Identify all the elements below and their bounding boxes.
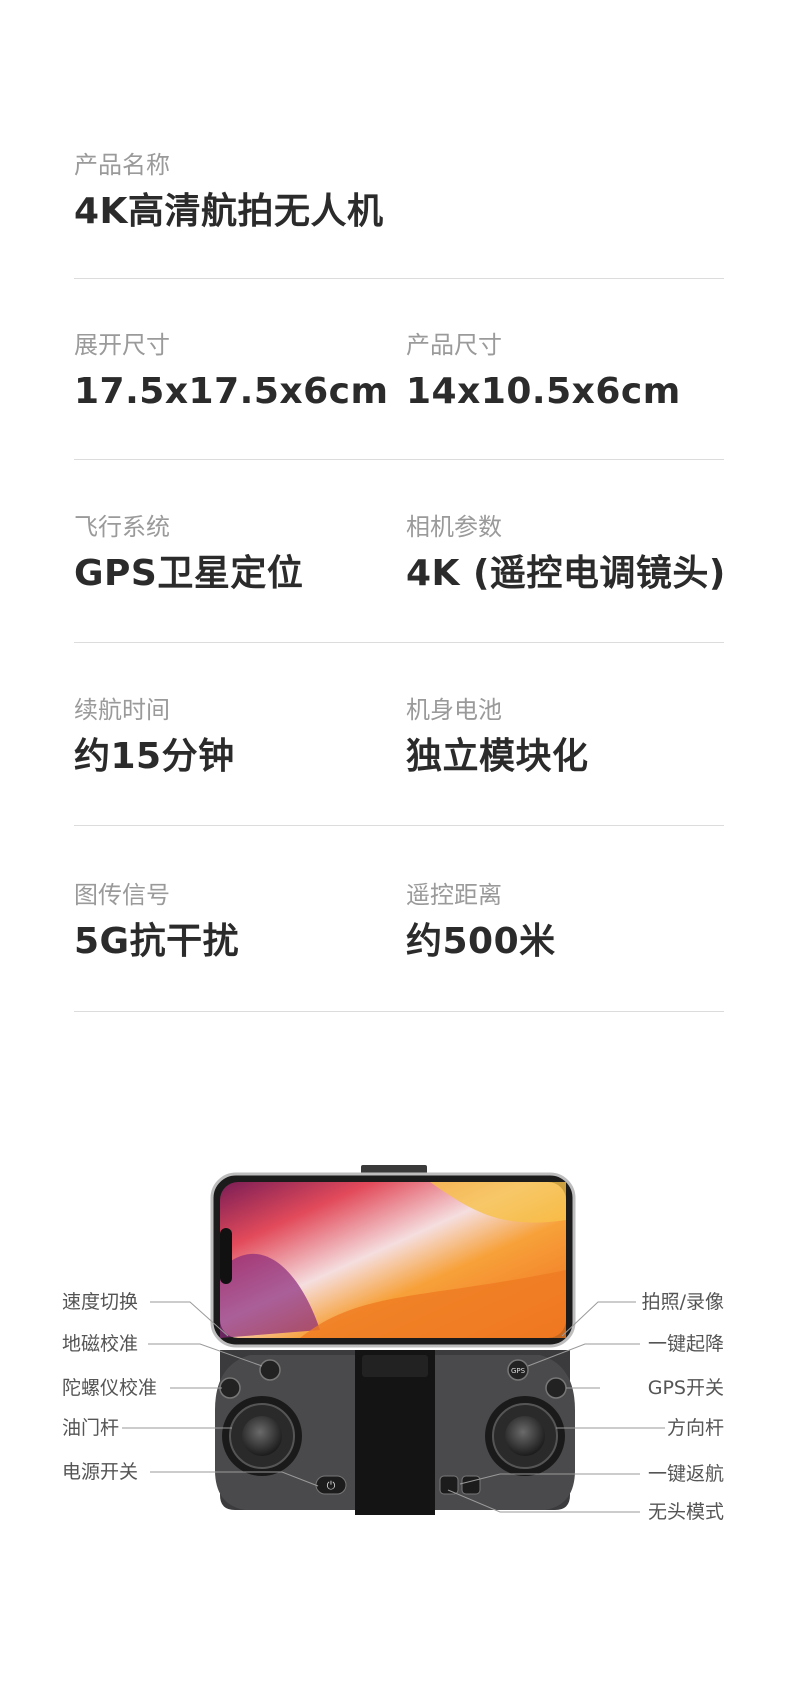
flight-system-label: 飞行系统	[74, 513, 170, 541]
remote-controller-diagram: GPS ⏻ 速度切换 地磁校准 陀螺仪校准 油门杆 电源开关 拍照/录像 一键起…	[0, 1150, 790, 1550]
remote-range-label: 遥控距离	[406, 881, 502, 909]
battery-value: 独立模块化	[406, 736, 589, 777]
flight-time-label: 续航时间	[74, 696, 170, 724]
callout-speed-switch: 速度切换	[62, 1291, 139, 1313]
product-name-value: 4K高清航拍无人机	[74, 191, 384, 232]
gps-button-text: GPS	[511, 1367, 526, 1375]
battery-label: 机身电池	[406, 696, 502, 724]
callout-compass-calibration: 地磁校准	[62, 1333, 139, 1355]
callout-gps-switch: GPS开关	[647, 1377, 724, 1399]
flight-system-value: GPS卫星定位	[74, 553, 304, 594]
camera-params-value: 4K (遥控电调镜头)	[406, 553, 726, 594]
flight-time-value: 约15分钟	[74, 736, 235, 777]
product-size-value: 14x10.5x6cm	[406, 371, 681, 412]
unfolded-size-value: 17.5x17.5x6cm	[74, 371, 389, 412]
callout-one-key-takeoff: 一键起降	[647, 1333, 724, 1355]
video-signal-value: 5G抗干扰	[74, 921, 240, 962]
camera-params-label: 相机参数	[406, 513, 502, 541]
callout-direction-stick: 方向杆	[666, 1417, 724, 1439]
svg-text:⏻: ⏻	[327, 1479, 336, 1492]
product-size-label: 产品尺寸	[406, 331, 502, 359]
callout-photo-video: 拍照/录像	[641, 1291, 724, 1313]
unfolded-size-label: 展开尺寸	[74, 331, 170, 359]
callout-power-switch: 电源开关	[62, 1461, 139, 1483]
divider	[74, 459, 724, 460]
callout-one-key-return: 一键返航	[647, 1463, 724, 1485]
divider	[74, 1011, 724, 1012]
callout-headless-mode: 无头模式	[647, 1501, 724, 1523]
product-name-label: 产品名称	[74, 151, 170, 179]
video-signal-label: 图传信号	[74, 881, 170, 909]
divider	[74, 278, 724, 279]
callout-throttle-stick: 油门杆	[62, 1417, 120, 1439]
divider	[74, 642, 724, 643]
divider	[74, 825, 724, 826]
callout-gyro-calibration: 陀螺仪校准	[62, 1377, 158, 1399]
remote-range-value: 约500米	[406, 921, 556, 962]
